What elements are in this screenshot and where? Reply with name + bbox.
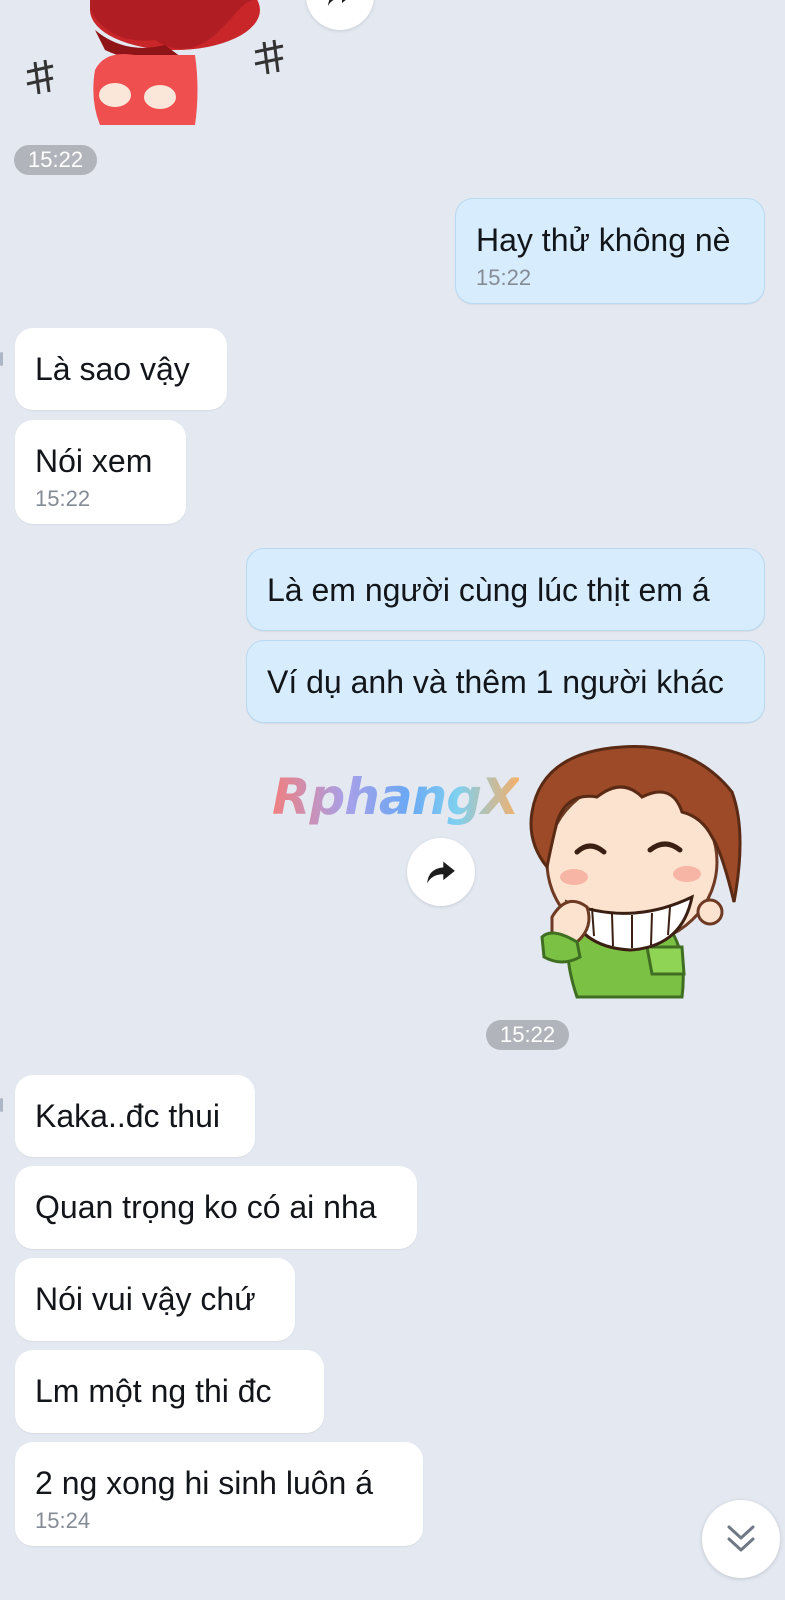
grinning-boy-sticker-image — [529, 745, 742, 999]
message-text: Hay thử không nè — [476, 222, 731, 258]
chat-area[interactable]: 15:22 Hay thử không nè 15:22 Là sao vậy … — [0, 0, 785, 1600]
message-text: Kaka..đc thui — [35, 1098, 220, 1134]
message-bubble-incoming[interactable]: Kaka..đc thui — [15, 1075, 255, 1157]
share-arrow-icon — [427, 861, 455, 884]
message-text: Là em người cùng lúc thịt em á — [267, 572, 710, 608]
sender-marker — [0, 352, 3, 366]
message-bubble-incoming[interactable]: Lm một ng thi đc — [15, 1350, 324, 1433]
watermark-logo: RphangX — [272, 768, 520, 826]
message-time: 15:24 — [35, 1508, 91, 1533]
double-chevron-down-icon — [727, 1525, 755, 1552]
message-text: Lm một ng thi đc — [35, 1373, 272, 1409]
message-bubble-outgoing[interactable]: Hay thử không nè 15:22 — [455, 198, 765, 304]
message-text: Quan trọng ko có ai nha — [35, 1189, 377, 1225]
share-arrow-icon — [328, 0, 346, 6]
message-bubble-incoming[interactable]: Quan trọng ko có ai nha — [15, 1166, 417, 1249]
message-bubble-incoming[interactable]: 2 ng xong hi sinh luôn á 15:24 — [15, 1442, 423, 1546]
message-bubble-outgoing[interactable]: Là em người cùng lúc thịt em á — [246, 548, 765, 631]
share-button-top[interactable] — [306, 0, 374, 30]
message-bubble-incoming[interactable]: Là sao vậy — [15, 328, 227, 410]
sticker-timestamp: 15:22 — [486, 1020, 570, 1050]
sender-marker — [0, 1098, 3, 1112]
share-button[interactable] — [407, 838, 475, 906]
red-character-sticker-image — [26, 0, 284, 125]
message-time: 15:22 — [35, 486, 91, 511]
message-text: Nói xem — [35, 443, 153, 479]
sticker-timestamp: 15:22 — [14, 145, 98, 175]
scroll-to-bottom-button[interactable] — [702, 1500, 780, 1578]
sticker-red-character[interactable] — [15, 0, 295, 130]
message-text: Là sao vậy — [35, 351, 190, 387]
message-bubble-outgoing[interactable]: Ví dụ anh và thêm 1 người khác — [246, 640, 765, 723]
message-bubble-incoming[interactable]: Nói xem 15:22 — [15, 420, 186, 524]
message-text: Ví dụ anh và thêm 1 người khác — [267, 664, 724, 700]
message-time: 15:22 — [476, 265, 532, 290]
message-bubble-incoming[interactable]: Nói vui vậy chứ — [15, 1258, 295, 1341]
message-text: Nói vui vậy chứ — [35, 1281, 256, 1317]
message-text: 2 ng xong hi sinh luôn á — [35, 1465, 374, 1501]
sticker-grinning-boy[interactable] — [522, 742, 752, 1002]
